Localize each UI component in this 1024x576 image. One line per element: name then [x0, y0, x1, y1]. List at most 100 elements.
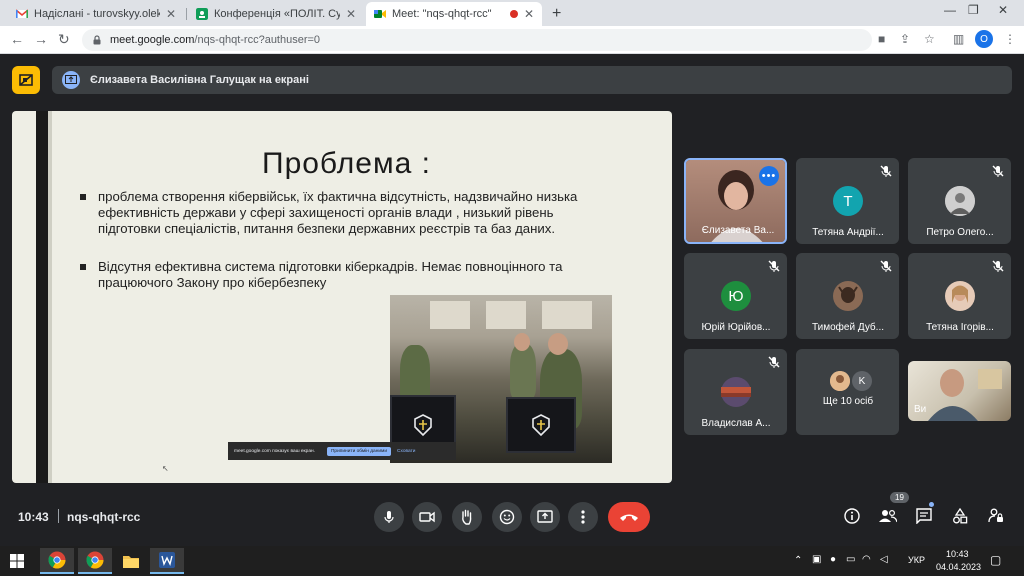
presenting-banner: Єлизавета Василівна Галущак на екрані — [52, 66, 1012, 94]
back-arrow-icon[interactable]: ← — [10, 31, 24, 47]
participant-name: Тимофей Дуб... — [811, 322, 884, 333]
address-bar[interactable]: meet.google.com/nqs-qhqt-rcc?authuser=0 — [82, 29, 872, 51]
participant-tile-more[interactable]: K Ще 10 осіб — [796, 349, 899, 435]
video-camera-icon — [419, 511, 435, 523]
taskbar-clock-time[interactable]: 10:43 — [946, 549, 969, 559]
reload-icon[interactable]: ↻ — [58, 31, 70, 48]
tab-classroom[interactable]: Конференція «ПОЛІТ. Сучасні п ✕ — [188, 2, 364, 26]
taskbar-chrome-2[interactable] — [78, 548, 112, 574]
more-participants-avatars: K — [830, 371, 872, 391]
participant-tile[interactable]: Тимофей Дуб... — [796, 253, 899, 339]
activities-shapes-icon — [953, 508, 968, 524]
participant-tile[interactable]: Петро Олего... — [908, 158, 1011, 244]
slide-title: Проблема : — [262, 147, 431, 180]
participant-tile[interactable]: Владислав А... — [684, 349, 787, 435]
side-panel-icon[interactable]: ▥ — [953, 32, 964, 46]
url-path: /nqs-qhqt-rcc?authuser=0 — [194, 34, 321, 46]
chat-notification-dot — [929, 502, 934, 507]
people-button[interactable] — [878, 506, 898, 526]
meet-icon — [374, 10, 386, 18]
camera-button[interactable] — [412, 502, 442, 532]
close-tab-icon[interactable]: ✕ — [166, 7, 176, 21]
present-now-button[interactable] — [530, 502, 560, 532]
profile-avatar[interactable]: O — [975, 30, 993, 48]
host-controls-button[interactable] — [986, 506, 1006, 526]
slide-bullet: проблема створення кібервійськ, їх факти… — [80, 189, 600, 237]
tab-title: Конференція «ПОЛІТ. Сучасні п — [214, 8, 340, 20]
browser-tab-strip: Надіслані - turovskyy.oleksandr@ ✕ Конфе… — [0, 0, 1024, 26]
microphone-button[interactable] — [374, 502, 404, 532]
chrome-icon — [48, 551, 66, 569]
chrome-icon — [86, 551, 104, 569]
info-icon — [844, 508, 860, 524]
meeting-details-button[interactable] — [842, 506, 862, 526]
new-tab-button[interactable]: + — [552, 5, 561, 23]
windows-logo-icon — [10, 554, 24, 568]
camera-in-use-icon[interactable]: ■ — [878, 32, 885, 46]
hide-self-view-icon — [19, 74, 33, 86]
cyber-emblem-icon — [532, 414, 550, 437]
participant-avatar-photo — [830, 371, 850, 391]
share-icon[interactable]: ⇪ — [900, 32, 910, 46]
slide-decor-bar — [36, 111, 48, 483]
participant-name: Тетяна Ігорів... — [926, 322, 994, 333]
footer-divider — [58, 509, 59, 523]
tray-chevron-icon[interactable]: ⌃ — [794, 555, 802, 566]
screen-share-notification: meet.google.com показує ваш екран. Припи… — [228, 442, 456, 460]
layout-toggle-button[interactable] — [12, 66, 40, 94]
monitor — [506, 397, 576, 453]
gmail-icon — [16, 9, 28, 18]
participant-tile[interactable]: Т Тетяна Андрії... — [796, 158, 899, 244]
participant-name: Юрій Юрійов... — [701, 322, 771, 333]
slide-photo-cyber-soldiers — [390, 295, 612, 463]
chat-button[interactable] — [914, 506, 934, 526]
tab-title: Надіслані - turovskyy.oleksandr@ — [34, 8, 160, 20]
mic-off-icon — [992, 165, 1004, 177]
battery-icon[interactable]: ▭ — [846, 554, 855, 565]
tab-gmail[interactable]: Надіслані - turovskyy.oleksandr@ ✕ — [8, 2, 184, 26]
tab-meet[interactable]: Meet: "nqs-qhqt-rcc" ✕ — [366, 2, 542, 26]
network-icon[interactable]: ◠ — [862, 554, 871, 565]
stop-sharing-button[interactable]: Припинити обмін даними — [326, 446, 392, 456]
self-view-tile[interactable]: Ви — [908, 361, 1011, 421]
participant-avatar-photo — [833, 281, 863, 311]
participant-tile[interactable]: Ю Юрій Юрійов... — [684, 253, 787, 339]
meeting-code: nqs-qhqt-rcc — [67, 510, 141, 524]
browser-menu-icon[interactable]: ⋮ — [1004, 32, 1016, 46]
reactions-button[interactable] — [492, 502, 522, 532]
participant-avatar-photo — [945, 281, 975, 311]
close-window-icon[interactable]: ✕ — [998, 3, 1008, 17]
taskbar-chrome-1[interactable] — [40, 548, 74, 574]
forward-arrow-icon[interactable]: → — [34, 31, 48, 47]
raise-hand-button[interactable] — [452, 502, 482, 532]
windows-start-button[interactable] — [2, 548, 32, 574]
volume-icon[interactable]: ◁ — [880, 554, 888, 565]
slide-decor-bar — [48, 111, 52, 483]
notifications-icon[interactable]: ▢ — [990, 553, 1001, 567]
restore-icon[interactable]: ❐ — [968, 3, 979, 17]
participant-tile[interactable]: Тетяна Ігорів... — [908, 253, 1011, 339]
microphone-tray-icon[interactable]: ● — [830, 554, 836, 565]
taskbar-clock-date[interactable]: 04.04.2023 — [936, 562, 981, 572]
close-tab-icon[interactable]: ✕ — [346, 7, 356, 21]
keyboard-language[interactable]: УКР — [908, 555, 925, 565]
taskbar-file-explorer[interactable] — [114, 548, 148, 574]
more-options-button[interactable] — [568, 502, 598, 532]
classroom-icon — [196, 8, 208, 20]
close-tab-icon[interactable]: ✕ — [524, 7, 534, 21]
taskbar-word[interactable] — [150, 548, 184, 574]
participant-tile[interactable]: ••• Єлизавета Ва... — [684, 158, 787, 244]
bookmark-star-icon[interactable]: ☆ — [924, 32, 935, 46]
activities-button[interactable] — [950, 506, 970, 526]
hide-notification-button[interactable]: Сховати — [397, 449, 415, 454]
participant-avatar-photo — [945, 186, 975, 216]
people-icon — [879, 509, 897, 523]
meet-tray-icon[interactable]: ▣ — [812, 554, 821, 565]
folder-icon — [123, 556, 139, 568]
mic-off-icon — [768, 260, 780, 272]
participant-avatar: Ю — [721, 281, 751, 311]
leave-call-button[interactable] — [608, 502, 650, 532]
more-options-icon[interactable]: ••• — [759, 166, 779, 186]
more-vert-icon — [581, 510, 585, 524]
minimize-icon[interactable]: — — [944, 3, 956, 17]
